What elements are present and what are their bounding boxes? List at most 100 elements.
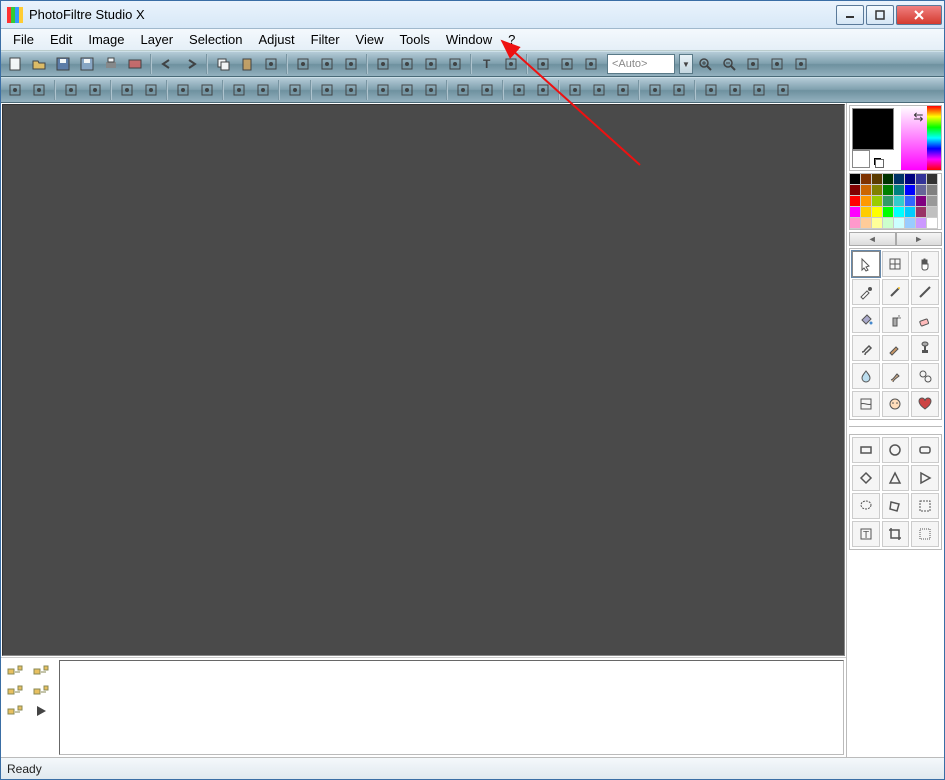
- flip-h-button[interactable]: [371, 53, 395, 75]
- palette-swatch[interactable]: [861, 218, 872, 229]
- export-button[interactable]: [771, 79, 795, 101]
- shape-triangle-r[interactable]: [911, 465, 939, 491]
- twain-button[interactable]: [123, 53, 147, 75]
- tool-face[interactable]: [882, 391, 910, 417]
- fit-button[interactable]: [741, 53, 765, 75]
- layer-tree-e-button[interactable]: [5, 702, 25, 720]
- tool-grid[interactable]: [882, 251, 910, 277]
- layer-strip[interactable]: [59, 660, 844, 755]
- background-color-swatch[interactable]: [852, 150, 870, 168]
- shape-crop[interactable]: [882, 521, 910, 547]
- palette-swatch[interactable]: [916, 196, 927, 207]
- tool-pointer[interactable]: [852, 251, 880, 277]
- tool-brush[interactable]: [852, 335, 880, 361]
- menu-tools[interactable]: Tools: [392, 30, 438, 49]
- shape-text-frame[interactable]: T: [852, 521, 880, 547]
- foreground-color-swatch[interactable]: [852, 108, 894, 150]
- tool-smudge[interactable]: [882, 363, 910, 389]
- palette-swatch[interactable]: [861, 207, 872, 218]
- palette-swatch[interactable]: [905, 185, 916, 196]
- tool-line[interactable]: [911, 279, 939, 305]
- gamma-minus-button[interactable]: [115, 79, 139, 101]
- tool-heart[interactable]: [911, 391, 939, 417]
- palette-swatch[interactable]: [883, 218, 894, 229]
- relief-button[interactable]: [451, 79, 475, 101]
- shape-round-rect[interactable]: [911, 437, 939, 463]
- tool-clone[interactable]: [911, 363, 939, 389]
- palette-swatch[interactable]: [905, 207, 916, 218]
- frame2-button[interactable]: [723, 79, 747, 101]
- trapezoid-button[interactable]: [587, 79, 611, 101]
- zoom-out-button[interactable]: [717, 53, 741, 75]
- shape-sel-all[interactable]: [911, 521, 939, 547]
- grid-b-button[interactable]: [395, 79, 419, 101]
- pattern-button[interactable]: [747, 79, 771, 101]
- palette-swatch[interactable]: [916, 207, 927, 218]
- palette-swatch[interactable]: [861, 174, 872, 185]
- zoom-combo-caret[interactable]: ▼: [679, 54, 693, 74]
- palette-swatch[interactable]: [883, 196, 894, 207]
- grid-c-button[interactable]: [419, 79, 443, 101]
- layer-tree-c-button[interactable]: [5, 682, 25, 700]
- text-button[interactable]: T: [475, 53, 499, 75]
- tool-wand[interactable]: [882, 279, 910, 305]
- palette-swatch[interactable]: [850, 218, 861, 229]
- frame-button[interactable]: [699, 79, 723, 101]
- perspective-button[interactable]: [563, 79, 587, 101]
- save-as-button[interactable]: [75, 53, 99, 75]
- palette-swatch[interactable]: [850, 174, 861, 185]
- tool-hand[interactable]: [911, 251, 939, 277]
- mirror-button[interactable]: [611, 79, 635, 101]
- shape-poly[interactable]: [882, 493, 910, 519]
- tool-blur[interactable]: [852, 363, 880, 389]
- shape-lasso[interactable]: [852, 493, 880, 519]
- monitor-button[interactable]: [667, 79, 691, 101]
- palette-swatch[interactable]: [872, 185, 883, 196]
- menu-layer[interactable]: Layer: [133, 30, 182, 49]
- palette-swatch[interactable]: [850, 196, 861, 207]
- redo-button[interactable]: [179, 53, 203, 75]
- layer-tree-b-button[interactable]: [31, 662, 51, 680]
- camera-button[interactable]: [643, 79, 667, 101]
- line-button[interactable]: [499, 53, 523, 75]
- explorer-button[interactable]: [789, 53, 813, 75]
- grayscale-button[interactable]: [291, 53, 315, 75]
- levels-button[interactable]: [251, 79, 275, 101]
- menu-window[interactable]: Window: [438, 30, 500, 49]
- default-colors-icon[interactable]: [874, 158, 884, 168]
- options-button[interactable]: [579, 53, 603, 75]
- palette-prev-button[interactable]: ◄: [849, 232, 896, 246]
- palette-swatch[interactable]: [894, 196, 905, 207]
- palette-swatch[interactable]: [883, 174, 894, 185]
- shape-rect[interactable]: [852, 437, 880, 463]
- palette-swatch[interactable]: [905, 174, 916, 185]
- shape-circle[interactable]: [882, 437, 910, 463]
- layer-play-button[interactable]: [31, 702, 51, 720]
- emboss-button[interactable]: [475, 79, 499, 101]
- tool-adv-brush[interactable]: [882, 335, 910, 361]
- blur-button[interactable]: [339, 79, 363, 101]
- menu-edit[interactable]: Edit: [42, 30, 80, 49]
- palette-swatch[interactable]: [927, 207, 938, 218]
- flip-v-button[interactable]: [395, 53, 419, 75]
- palette-swatch[interactable]: [927, 185, 938, 196]
- palette-swatch[interactable]: [894, 218, 905, 229]
- palette-swatch[interactable]: [861, 185, 872, 196]
- palette-swatch[interactable]: [894, 185, 905, 196]
- open-button[interactable]: [27, 53, 51, 75]
- tool-bucket[interactable]: [852, 307, 880, 333]
- drop-button[interactable]: [507, 79, 531, 101]
- sharpen-button[interactable]: [315, 79, 339, 101]
- brightness-minus-button[interactable]: [3, 79, 27, 101]
- zoom-in-button[interactable]: [693, 53, 717, 75]
- menu-filter[interactable]: Filter: [303, 30, 348, 49]
- palette-swatch[interactable]: [872, 218, 883, 229]
- dither-button[interactable]: [339, 53, 363, 75]
- copy-button[interactable]: [211, 53, 235, 75]
- palette-swatch[interactable]: [883, 207, 894, 218]
- rotate-ccw-button[interactable]: [419, 53, 443, 75]
- palette-next-button[interactable]: ►: [896, 232, 943, 246]
- rain-button[interactable]: [531, 79, 555, 101]
- contrast-minus-button[interactable]: [59, 79, 83, 101]
- shape-triangle[interactable]: [882, 465, 910, 491]
